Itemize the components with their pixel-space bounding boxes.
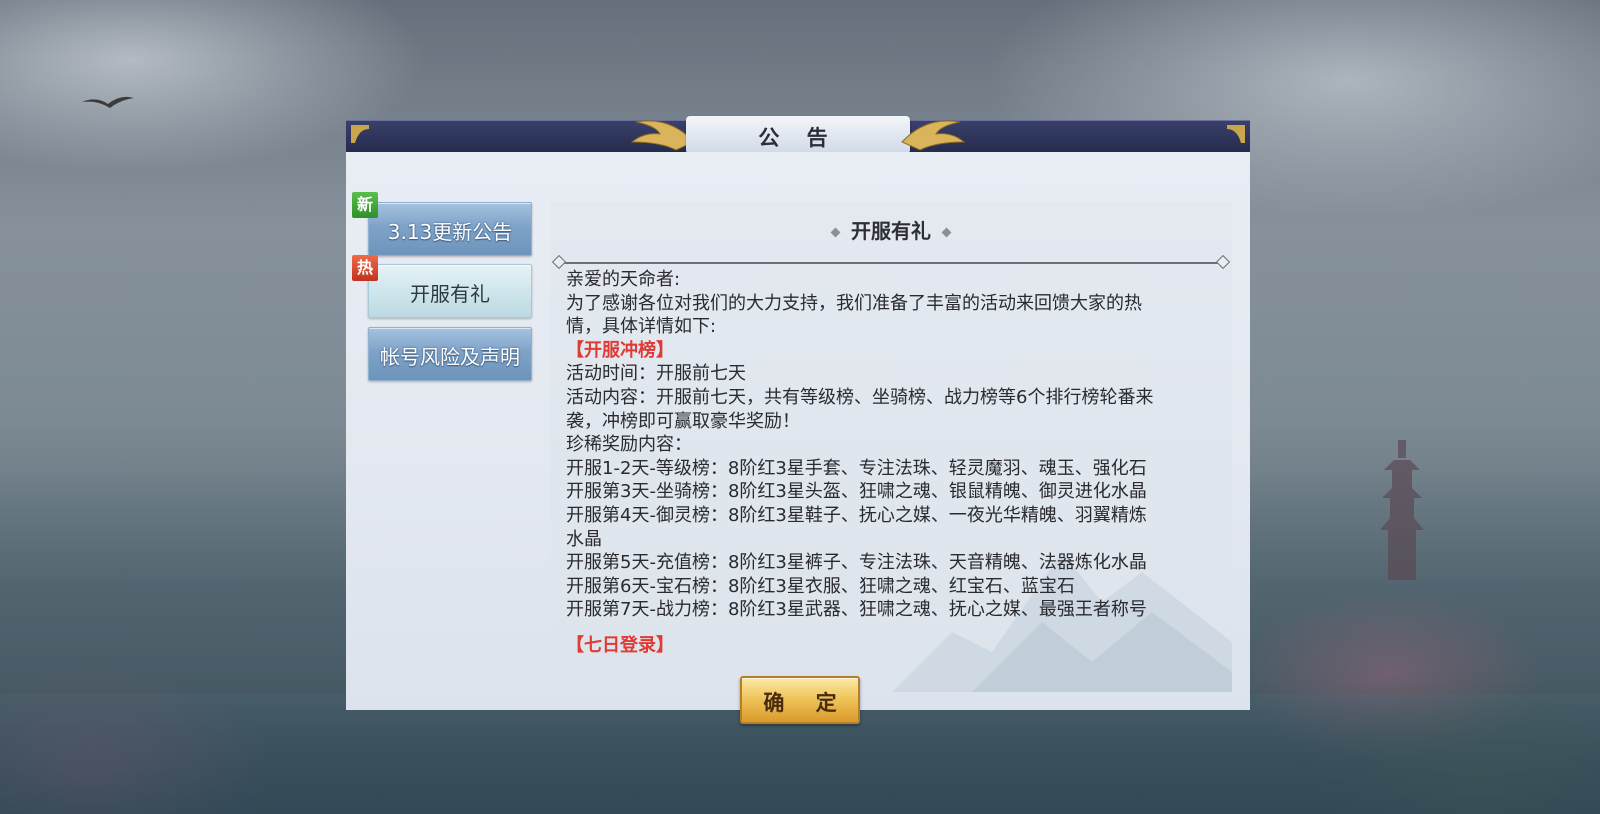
tab-update-notice[interactable]: 3.13更新公告 [368,202,532,256]
announcement-line: 活动内容：开服前七天，共有等级榜、坐骑榜、战力榜等6个排行榜轮番来 [566,386,1154,408]
confirm-label: 确 定 [763,691,849,715]
announcement-text: 亲爱的天命者: 为了感谢各位对我们的大力支持，我们准备了丰富的活动来回馈大家的热情… [566,268,1224,678]
announcement-line: 亲爱的天命者: [566,269,681,290]
divider-end-icon [1215,254,1231,270]
announcement-line: 开服1-2天-等级榜：8阶红3星手套、专注法珠、轻灵魔羽、魂玉、强化石 [566,457,1147,479]
announcement-line: 袭，冲榜即可赢取豪华奖励！ [566,410,800,432]
announcement-line: 珍稀奖励内容： [566,434,692,456]
announcement-line: 为了感谢各位对我们的大力支持，我们准备了丰富的活动来回馈大家的热 [566,292,1142,314]
tab-label: 3.13更新公告 [387,220,513,244]
gold-wing-ornament-icon [901,120,966,151]
announcement-line: 开服第4天-御灵榜：8阶红3星鞋子、抚心之媒、一夜光华精魄、羽翼精炼 [566,504,1147,526]
dialog-body: 3.13更新公告 新 开服有礼 热 帐号风险及声明 开服有礼 亲爱的天命者: 为了… [346,152,1250,724]
announcement-line: 开服第6天-宝石榜：8阶红3星衣服、狂啸之魂、红宝石、蓝宝石 [566,575,1075,597]
announcement-line: 活动时间：开服前七天 [566,363,746,385]
pagoda-icon [1380,440,1424,580]
dialog-title: 公 告 [758,126,838,150]
content-panel: 开服有礼 亲爱的天命者: 为了感谢各位对我们的大力支持，我们准备了丰富的活动来回馈… [550,202,1232,692]
announcement-dialog: 公 告 3.13更新公告 新 开服有礼 热 帐号风险及声明 开服有礼 亲爱的天命… [346,116,1250,724]
tab-account-risk[interactable]: 帐号风险及声明 [368,327,532,381]
announcement-line: 【开服冲榜】 [566,339,674,361]
hot-badge: 热 [352,255,378,281]
tab-label: 开服有礼 [410,282,490,306]
content-title-text: 开服有礼 [851,219,931,243]
diamond-icon [830,227,841,238]
content-title: 开服有礼 [550,215,1232,244]
dialog-title-plate: 公 告 [686,116,910,154]
tab-server-gift[interactable]: 开服有礼 [368,264,532,318]
ornament-corner-icon [1227,125,1245,143]
divider-end-icon [551,254,567,270]
diamond-icon [941,227,952,238]
announcement-line: 水晶 [566,528,602,550]
confirm-button[interactable]: 确 定 [740,676,860,724]
title-divider [558,262,1224,264]
announcement-line: 开服第5天-充值榜：8阶红3星裤子、专注法珠、天音精魄、法器炼化水晶 [566,552,1147,574]
tab-label: 帐号风险及声明 [380,345,520,369]
announcement-line: 开服第3天-坐骑榜：8阶红3星头盔、狂啸之魂、银鼠精魄、御灵进化水晶 [566,481,1147,503]
announcement-line: 情，具体详情如下: [566,316,717,338]
announcement-line: 【七日登录】 [566,634,674,656]
ornament-corner-icon [351,125,369,143]
bird-icon [82,96,134,108]
announcement-line: 开服第7天-战力榜：8阶红3星武器、狂啸之魂、抚心之媒、最强王者称号 [566,599,1147,621]
new-badge: 新 [352,192,378,218]
